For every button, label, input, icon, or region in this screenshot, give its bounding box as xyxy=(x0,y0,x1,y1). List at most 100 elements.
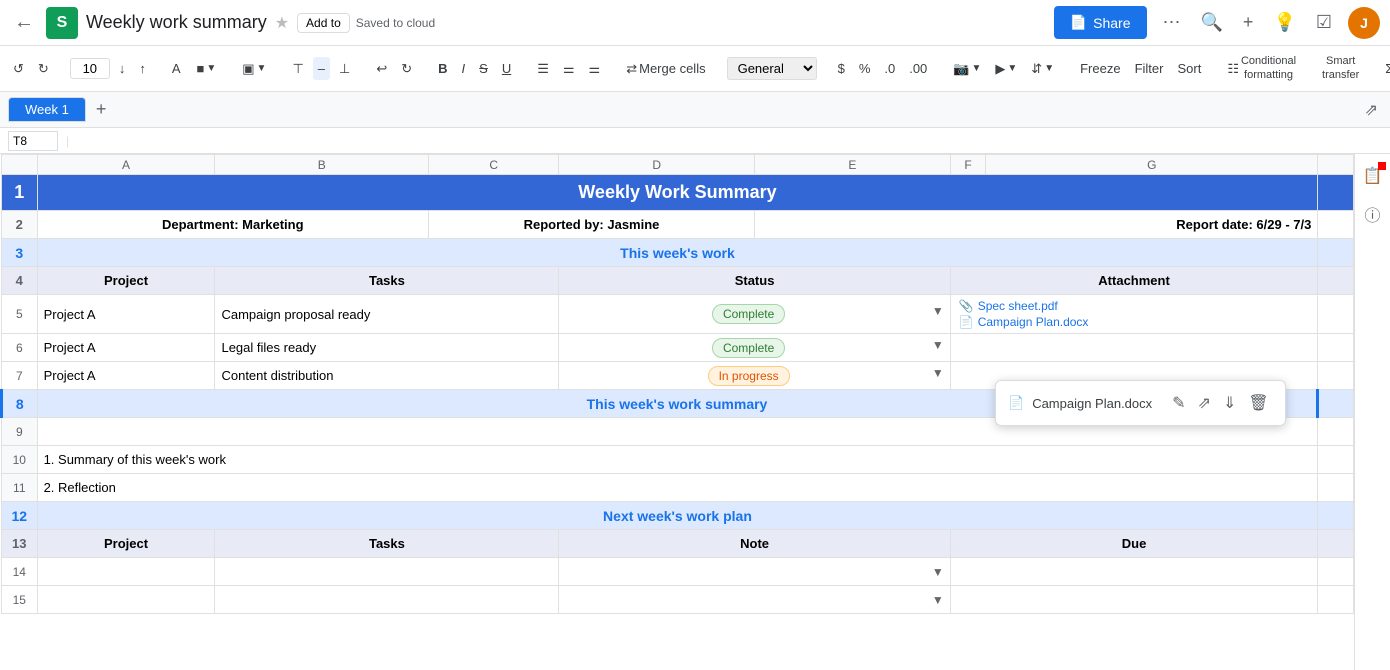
r6-task[interactable]: Legal files ready xyxy=(215,334,559,362)
r15-status[interactable]: ▼ xyxy=(559,586,950,614)
dropdown-arrow-r7[interactable]: ▼ xyxy=(932,366,944,380)
col-header-B[interactable]: B xyxy=(215,155,428,175)
row-num-2[interactable]: 2 xyxy=(2,211,38,239)
row-num-3[interactable]: 3 xyxy=(2,239,38,267)
r5-task[interactable]: Campaign proposal ready xyxy=(215,295,559,334)
dropdown-arrow-r6[interactable]: ▼ xyxy=(932,338,944,352)
back-button[interactable]: ← xyxy=(10,7,38,38)
font-size-down-button[interactable]: ↓ xyxy=(114,57,131,80)
text-color-button[interactable]: A xyxy=(167,57,188,80)
r6-status[interactable]: Complete ▼ xyxy=(559,334,950,362)
freeze-button[interactable]: Freeze xyxy=(1075,57,1125,80)
r14-project[interactable] xyxy=(37,558,215,586)
underline-button[interactable]: U xyxy=(497,57,516,80)
expand-icon[interactable]: ⇗ xyxy=(1361,96,1382,124)
smart-transfer-button[interactable]: Smart transfer xyxy=(1317,51,1364,85)
r5-project[interactable]: Project A xyxy=(37,295,215,334)
row-num-13[interactable]: 13 xyxy=(2,530,38,558)
add-to-button[interactable]: Add to xyxy=(297,13,350,33)
col-header-D[interactable]: D xyxy=(559,155,755,175)
rotate-button[interactable]: ↻ xyxy=(396,57,417,81)
dept-cell[interactable]: Department: Marketing xyxy=(37,211,428,239)
sidebar-help-button[interactable]: ⓘ xyxy=(1360,198,1384,230)
reported-cell[interactable]: Reported by: Jasmine xyxy=(428,211,754,239)
align-middle-button[interactable]: ‒ xyxy=(313,57,330,80)
add-sheet-button[interactable]: + xyxy=(90,97,113,122)
lightbulb-button[interactable]: 💡 xyxy=(1269,8,1299,37)
r11-note[interactable]: 2. Reflection xyxy=(37,474,1318,502)
dropdown-arrow-r15[interactable]: ▼ xyxy=(932,593,944,607)
format-select[interactable]: General General xyxy=(727,57,817,80)
filter-button[interactable]: Filter xyxy=(1130,57,1169,80)
col-header-F[interactable]: F xyxy=(950,155,986,175)
sigma-button[interactable]: Σ▼ xyxy=(1380,57,1390,80)
align-bottom-button[interactable]: ⊥ xyxy=(334,57,355,81)
r10-note[interactable]: 1. Summary of this week's work xyxy=(37,446,1318,474)
percent-button[interactable]: % xyxy=(854,57,876,80)
font-size-input[interactable]: 10 xyxy=(70,58,110,79)
r7-status[interactable]: In progress ▼ xyxy=(559,362,950,390)
currency-button[interactable]: $ xyxy=(833,57,850,80)
sort-button[interactable]: Sort xyxy=(1172,57,1206,80)
row-num-10[interactable]: 10 xyxy=(2,446,38,474)
sheet-tab-week1[interactable]: Week 1 xyxy=(8,97,86,122)
r14-status[interactable]: ▼ xyxy=(559,558,950,586)
star-icon[interactable]: ★ xyxy=(275,13,289,33)
row-num-14[interactable]: 14 xyxy=(2,558,38,586)
strikethrough-button[interactable]: S xyxy=(474,57,493,80)
row-num-5[interactable]: 5 xyxy=(2,295,38,334)
dropdown-arrow-r14[interactable]: ▼ xyxy=(932,565,944,579)
borders-button[interactable]: ▣▼ xyxy=(237,57,271,81)
sidebar-note-button[interactable]: 📋 xyxy=(1359,162,1387,190)
align-center-button[interactable]: ⚌ xyxy=(558,57,580,81)
row-num-9[interactable]: 9 xyxy=(2,418,38,446)
row-num-8[interactable]: 8 xyxy=(2,390,38,418)
more-options-button[interactable]: ⋯ xyxy=(1159,8,1185,37)
checkbox-button[interactable]: ☑ xyxy=(1312,8,1336,37)
r7-task[interactable]: Content distribution xyxy=(215,362,559,390)
conditional-formatting-button[interactable]: ☷ Conditional formatting xyxy=(1222,51,1301,85)
r14-due[interactable] xyxy=(950,558,1318,586)
row-num-7[interactable]: 7 xyxy=(2,362,38,390)
redo-button[interactable]: ↻ xyxy=(33,57,54,81)
file-delete-button[interactable]: 🗑 xyxy=(1244,389,1272,417)
undo-button[interactable]: ↺ xyxy=(8,57,29,81)
align-top-button[interactable]: ⊤ xyxy=(287,57,308,81)
next-week-header-cell[interactable]: Next week's work plan xyxy=(37,502,1318,530)
merge-cells-button[interactable]: ⇄ Merge cells xyxy=(621,57,710,81)
add-button[interactable]: + xyxy=(1239,8,1258,37)
row-num-15[interactable]: 15 xyxy=(2,586,38,614)
row-num-11[interactable]: 11 xyxy=(2,474,38,502)
share-button[interactable]: 📄 Share xyxy=(1054,6,1147,39)
col-header-E[interactable]: E xyxy=(755,155,951,175)
report-date-cell[interactable]: Report date: 6/29 - 7/3 xyxy=(755,211,1318,239)
r5-status[interactable]: Complete ▼ xyxy=(559,295,950,334)
row-num-6[interactable]: 6 xyxy=(2,334,38,362)
image-button[interactable]: 📷▼ xyxy=(948,57,986,81)
r15-due[interactable] xyxy=(950,586,1318,614)
row-num-12[interactable]: 12 xyxy=(2,502,38,530)
title-cell[interactable]: Weekly Work Summary xyxy=(37,175,1318,211)
this-weeks-work-header[interactable]: This week's work xyxy=(37,239,1318,267)
wrap-button[interactable]: ↩ xyxy=(371,57,392,81)
bold-button[interactable]: B xyxy=(433,57,452,80)
r6-attachment[interactable] xyxy=(950,334,1318,362)
filter-shape-button[interactable]: ▶▼ xyxy=(990,57,1022,81)
highlight-color-button[interactable]: ■▼ xyxy=(191,57,221,80)
font-size-up-button[interactable]: ↑ xyxy=(134,57,151,80)
align-left-button[interactable]: ☰ xyxy=(532,57,554,81)
italic-button[interactable]: I xyxy=(457,57,471,80)
r15-project[interactable] xyxy=(37,586,215,614)
col-header-A[interactable]: A xyxy=(37,155,215,175)
r6-project[interactable]: Project A xyxy=(37,334,215,362)
row-num-1[interactable]: 1 xyxy=(2,175,38,211)
campaign-plan-link[interactable]: 📄 Campaign Plan.docx xyxy=(959,315,1310,329)
search-button[interactable]: 🔍 xyxy=(1197,8,1227,37)
decimal-decrease-button[interactable]: .0 xyxy=(879,57,900,80)
cell-ref-input[interactable]: T8 xyxy=(8,131,58,151)
align-right-button[interactable]: ⚌ xyxy=(584,57,606,81)
r14-task[interactable] xyxy=(215,558,559,586)
r15-task[interactable] xyxy=(215,586,559,614)
file-download-button[interactable]: ⇓ xyxy=(1219,389,1240,417)
decimal-increase-button[interactable]: .00 xyxy=(904,57,932,80)
